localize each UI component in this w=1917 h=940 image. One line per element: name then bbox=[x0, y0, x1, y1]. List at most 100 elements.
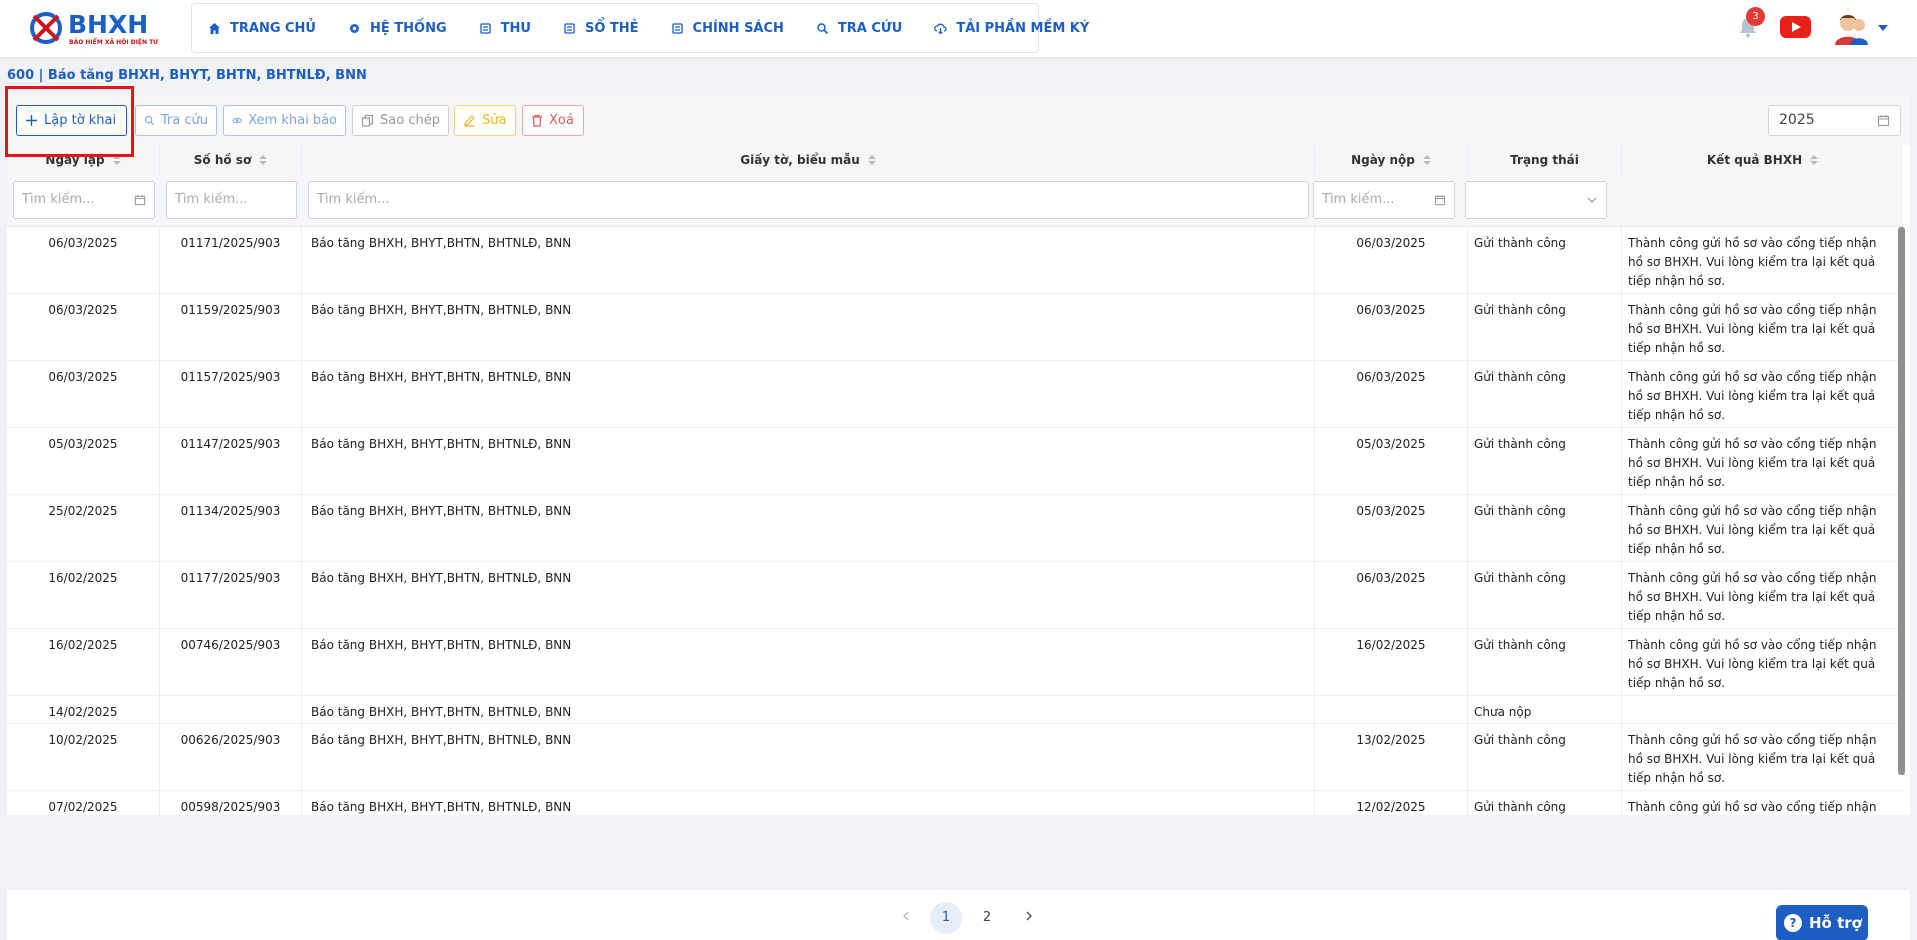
chevron-down-icon bbox=[1587, 197, 1597, 203]
cell-doc: Báo tăng BHXH, BHYT,BHTN, BHTNLĐ, BNN bbox=[302, 294, 1315, 360]
nav-label: TRANG CHỦ bbox=[230, 20, 316, 36]
page-1-button[interactable]: 1 bbox=[930, 902, 962, 934]
filter-file-no-input[interactable]: Tìm kiếm... bbox=[166, 181, 297, 219]
sort-icon[interactable] bbox=[1810, 155, 1819, 165]
cell-result: Thành công gửi hồ sơ vào cổng tiếp nhận … bbox=[1628, 437, 1877, 489]
eye-icon bbox=[232, 117, 242, 124]
col-header-status: Trạng thái bbox=[1468, 145, 1622, 175]
highlight-annotation bbox=[5, 86, 134, 157]
table-row[interactable]: 25/02/2025 01134/2025/903 Báo tăng BHXH,… bbox=[7, 495, 1903, 562]
cell-date: 06/03/2025 bbox=[7, 227, 160, 293]
cloud-download-icon bbox=[934, 23, 947, 34]
youtube-icon[interactable] bbox=[1780, 16, 1811, 38]
cell-date: 06/03/2025 bbox=[7, 294, 160, 360]
table-row[interactable]: 14/02/2025 Báo tăng BHXH, BHYT,BHTN, BHT… bbox=[7, 696, 1903, 724]
nav-trang-chu[interactable]: TRANG CHỦ bbox=[208, 21, 316, 36]
cell-status: Gửi thành công bbox=[1468, 294, 1622, 360]
table-row[interactable]: 10/02/2025 00626/2025/903 Báo tăng BHXH,… bbox=[7, 724, 1903, 791]
cell-result bbox=[1622, 696, 1903, 723]
trash-icon bbox=[532, 114, 542, 127]
delete-label: Xoá bbox=[549, 113, 574, 128]
search-button[interactable]: Tra cứu bbox=[135, 105, 217, 136]
col-header-status-label: Trạng thái bbox=[1510, 153, 1579, 167]
view-declaration-label: Xem khai báo bbox=[248, 113, 337, 128]
cell-file-no: 01157/2025/903 bbox=[160, 361, 302, 427]
top-header: BHXH BẢO HIỂM XÃ HỘI ĐIỆN TỬ TRANG CHỦ H… bbox=[0, 0, 1917, 57]
table-scrollbar[interactable] bbox=[1898, 227, 1905, 775]
col-header-doc[interactable]: Giấy tờ, biểu mẫu bbox=[302, 145, 1315, 175]
cell-file-no: 00746/2025/903 bbox=[160, 629, 302, 695]
cell-result: Thành công gửi hồ sơ vào cổng tiếp nhận … bbox=[1628, 733, 1877, 785]
filter-date-input[interactable]: Tìm kiếm... bbox=[13, 181, 155, 219]
edit-label: Sửa bbox=[482, 113, 507, 128]
table-row[interactable]: 16/02/2025 01177/2025/903 Báo tăng BHXH,… bbox=[7, 562, 1903, 629]
cell-submit-date: 06/03/2025 bbox=[1315, 227, 1468, 293]
col-header-result[interactable]: Kết quả BHXH bbox=[1622, 145, 1903, 175]
filter-doc-input[interactable]: Tìm kiếm... bbox=[308, 181, 1309, 219]
home-icon bbox=[209, 22, 220, 34]
filter-status-select[interactable] bbox=[1465, 181, 1607, 219]
cell-doc: Báo tăng BHXH, BHYT,BHTN, BHTNLĐ, BNN bbox=[302, 495, 1315, 561]
cell-doc: Báo tăng BHXH, BHYT,BHTN, BHTNLĐ, BNN bbox=[302, 361, 1315, 427]
table-row[interactable]: 16/02/2025 00746/2025/903 Báo tăng BHXH,… bbox=[7, 629, 1903, 696]
cell-result: Thành công gửi hồ sơ vào cổng tiếp nhận … bbox=[1628, 370, 1877, 422]
edit-button[interactable]: Sửa bbox=[454, 105, 516, 136]
cell-submit-date: 06/03/2025 bbox=[1315, 562, 1468, 628]
cell-doc: Báo tăng BHXH, BHYT,BHTN, BHTNLĐ, BNN bbox=[302, 696, 1315, 723]
table-row[interactable]: 05/03/2025 01147/2025/903 Báo tăng BHXH,… bbox=[7, 428, 1903, 495]
copy-icon bbox=[361, 114, 374, 127]
prev-page-button[interactable] bbox=[890, 902, 922, 934]
cell-submit-date: 06/03/2025 bbox=[1315, 361, 1468, 427]
nav-label: TRA CỨU bbox=[837, 20, 903, 36]
year-picker[interactable]: 2025 bbox=[1768, 105, 1901, 136]
cell-submit-date: 13/02/2025 bbox=[1315, 724, 1468, 790]
filter-submit-date-input[interactable]: Tìm kiếm... bbox=[1313, 181, 1455, 219]
delete-button[interactable]: Xoá bbox=[522, 105, 584, 136]
sort-icon[interactable] bbox=[1422, 155, 1431, 165]
avatar[interactable] bbox=[1833, 9, 1871, 47]
table-row[interactable]: 06/03/2025 01157/2025/903 Báo tăng BHXH,… bbox=[7, 361, 1903, 428]
nav-label: TẢI PHẦN MỀM KÝ bbox=[956, 20, 1090, 36]
nav-tra-cuu[interactable]: TRA CỨU bbox=[816, 21, 902, 36]
cell-submit-date: 16/02/2025 bbox=[1315, 629, 1468, 695]
next-page-button[interactable] bbox=[1013, 902, 1045, 934]
copy-button[interactable]: Sao chép bbox=[352, 105, 449, 136]
cell-file-no: 01147/2025/903 bbox=[160, 428, 302, 494]
help-button[interactable]: ? Hỗ trợ bbox=[1776, 905, 1868, 940]
bhxh-logo[interactable]: BHXH BẢO HIỂM XÃ HỘI ĐIỆN TỬ bbox=[26, 8, 171, 48]
filter-placeholder: Tìm kiếm... bbox=[317, 192, 390, 207]
help-icon: ? bbox=[1784, 914, 1802, 932]
scrollbar-thumb[interactable] bbox=[1898, 227, 1905, 775]
cell-date: 05/03/2025 bbox=[7, 428, 160, 494]
document-icon bbox=[564, 22, 575, 34]
cell-date: 16/02/2025 bbox=[7, 562, 160, 628]
nav-he-thong[interactable]: HỆ THỐNG bbox=[348, 21, 447, 36]
col-header-file-no-label: Số hồ sơ bbox=[193, 153, 252, 167]
nav-tai-phan-mem-ky[interactable]: TẢI PHẦN MỀM KÝ bbox=[934, 21, 1089, 36]
cell-status: Gửi thành công bbox=[1468, 562, 1622, 628]
cell-status: Gửi thành công bbox=[1468, 428, 1622, 494]
nav-chinh-sach[interactable]: CHÍNH SÁCH bbox=[671, 21, 784, 36]
page-2-button[interactable]: 2 bbox=[971, 902, 1003, 934]
document-icon bbox=[671, 22, 683, 34]
col-header-submit-date[interactable]: Ngày nộp bbox=[1315, 145, 1468, 175]
nav-label: HỆ THỐNG bbox=[370, 20, 447, 36]
cell-result: Thành công gửi hồ sơ vào cổng tiếp nhận … bbox=[1628, 638, 1877, 690]
chevron-down-icon[interactable] bbox=[1878, 25, 1888, 31]
sort-icon[interactable] bbox=[259, 155, 268, 165]
main-panel: Lập tờ khai Tra cứu Xem khai báo Sao ché… bbox=[7, 95, 1910, 815]
nav-so-the[interactable]: SỔ THẺ bbox=[563, 21, 639, 36]
sort-icon[interactable] bbox=[867, 155, 876, 165]
filter-placeholder: Tìm kiếm... bbox=[175, 192, 248, 207]
table-row[interactable]: 06/03/2025 01171/2025/903 Báo tăng BHXH,… bbox=[7, 227, 1903, 294]
view-declaration-button[interactable]: Xem khai báo bbox=[223, 105, 346, 136]
cell-result: Thành công gửi hồ sơ vào cổng tiếp nhận … bbox=[1628, 571, 1877, 623]
logo-emblem-icon bbox=[30, 12, 62, 44]
col-header-file-no[interactable]: Số hồ sơ bbox=[160, 145, 302, 175]
cell-submit-date bbox=[1315, 696, 1468, 723]
table-row[interactable]: 06/03/2025 01159/2025/903 Báo tăng BHXH,… bbox=[7, 294, 1903, 361]
table-row[interactable]: 07/02/2025 00598/2025/903 Báo tăng BHXH,… bbox=[7, 791, 1903, 815]
nav-thu[interactable]: THU bbox=[479, 21, 531, 36]
cell-result: Thành công gửi hồ sơ vào cổng tiếp nhận … bbox=[1628, 303, 1877, 355]
year-value: 2025 bbox=[1779, 112, 1815, 128]
